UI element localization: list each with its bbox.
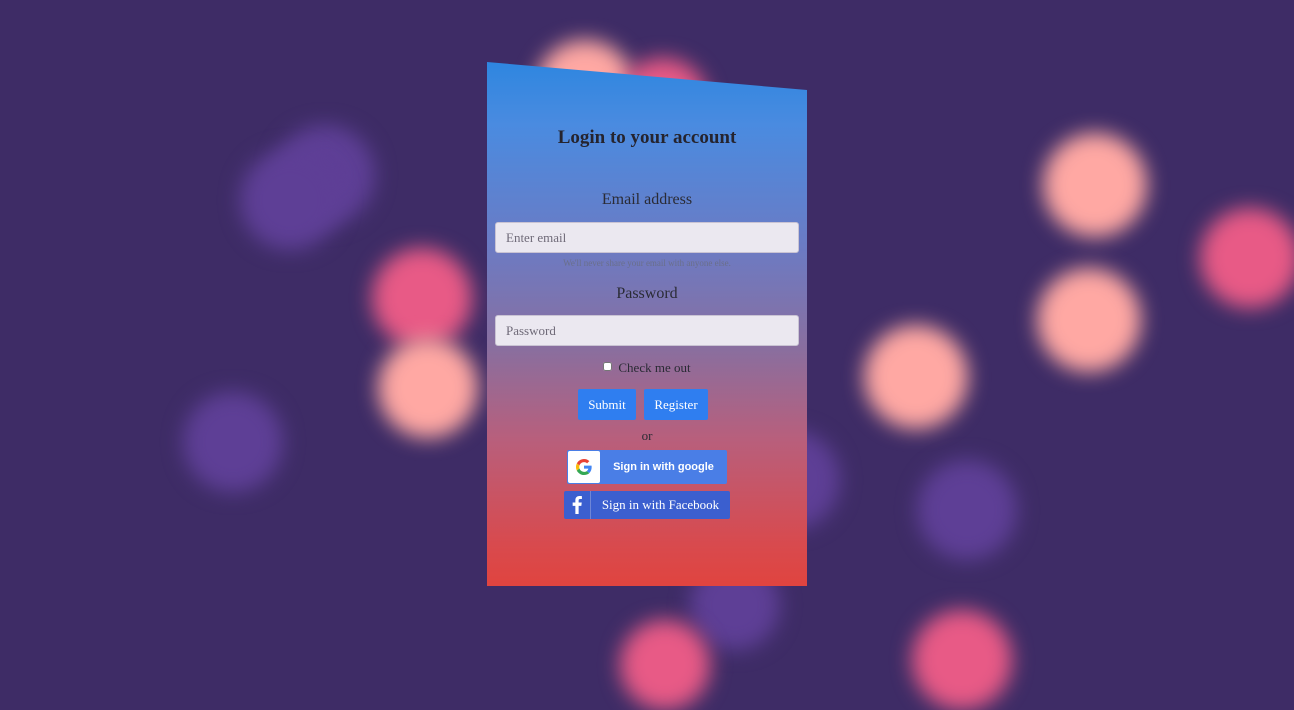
email-help-text: We'll never share your email with anyone…: [563, 258, 731, 268]
login-card: Login to your account Email address We'l…: [487, 62, 807, 586]
password-field[interactable]: [495, 315, 799, 346]
email-field[interactable]: [495, 222, 799, 253]
background-bokeh: [183, 392, 283, 492]
facebook-signin-button[interactable]: Sign in with Facebook: [564, 491, 730, 519]
background-bokeh: [1043, 133, 1147, 237]
background-bokeh: [378, 338, 478, 438]
email-label: Email address: [601, 191, 693, 208]
google-signin-button[interactable]: Sign in with google: [567, 450, 727, 484]
remember-label: Check me out: [618, 360, 691, 375]
google-icon: [568, 451, 600, 483]
background-bokeh: [1200, 208, 1294, 308]
background-bokeh: [917, 460, 1017, 560]
facebook-icon: [564, 491, 591, 519]
remember-checkbox[interactable]: [603, 362, 613, 371]
button-row: Submit Register: [578, 389, 708, 420]
google-signin-label: Sign in with google: [613, 461, 714, 473]
background-bokeh: [620, 620, 710, 710]
register-button[interactable]: Register: [644, 389, 708, 420]
remember-row: Check me out: [487, 360, 807, 376]
submit-button[interactable]: Submit: [578, 389, 636, 420]
background-bokeh: [864, 325, 968, 429]
background-bokeh: [1037, 268, 1141, 372]
background-bokeh: [912, 610, 1012, 710]
background-bokeh: [240, 150, 340, 250]
password-label: Password: [616, 285, 678, 302]
facebook-signin-label: Sign in with Facebook: [601, 497, 720, 512]
or-divider-text: or: [641, 428, 653, 443]
page-title: Login to your account: [557, 127, 737, 148]
background-bokeh: [372, 248, 472, 348]
